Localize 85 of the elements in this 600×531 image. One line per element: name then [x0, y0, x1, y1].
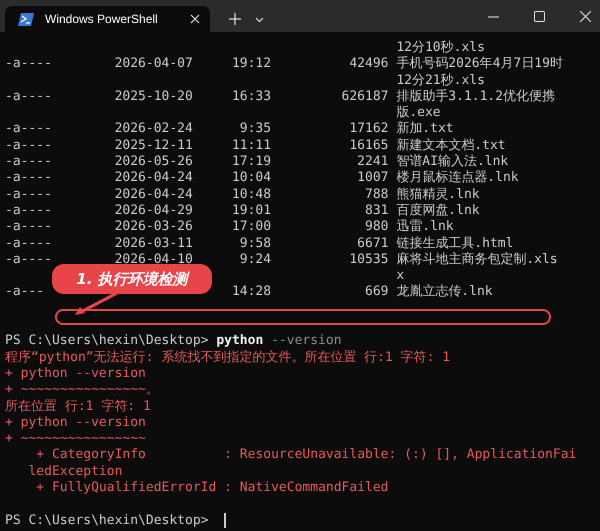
file-mode: -a----	[5, 154, 53, 170]
terminal-tab[interactable]: Windows PowerShell	[5, 6, 210, 32]
file-mode: -a---	[5, 284, 46, 301]
file-name: 百度网盘.lnk	[396, 202, 480, 220]
file-date: 2026-05-26	[114, 154, 193, 170]
file-date: 2025-12-11	[114, 138, 193, 154]
file-mode: -a----	[5, 88, 53, 106]
error-text: 所在位置 行:1 字符: 1	[5, 398, 151, 415]
error-text: ledException	[27, 464, 122, 480]
command: python	[216, 333, 264, 350]
file-size: 788	[364, 186, 388, 203]
error-text: + FullyQualifiedErrorId : NativeCommandFailed	[35, 480, 389, 496]
file-time: 17:19	[230, 154, 272, 170]
file-time: 9:58	[238, 236, 272, 252]
file-date: 2026-04-24	[114, 170, 193, 187]
file-size: 42496	[348, 56, 388, 73]
dropdown-caret-icon[interactable]	[255, 17, 264, 23]
file-mode: -a----	[5, 202, 53, 220]
file-time: 10:48	[230, 186, 272, 203]
file-mode: -a----	[5, 219, 53, 236]
file-name: 迅雷.lnk	[396, 219, 454, 236]
file-date: 2026-03-11	[114, 236, 193, 252]
error-text: + python --version	[5, 414, 146, 432]
close-tab-icon[interactable]	[190, 14, 200, 24]
file-mode: -a----	[5, 138, 53, 154]
file-time: 19:12	[230, 56, 272, 73]
file-time: 9:24	[238, 252, 272, 268]
error-text: + ~~~~~~~~~~~~~~~~	[5, 431, 146, 448]
file-date: 2026-04-29	[114, 202, 193, 220]
file-name: 熊猫精灵.lnk	[396, 186, 480, 203]
command-argument: --version	[271, 333, 342, 350]
file-size: 2241	[356, 154, 388, 170]
file-size: 626187	[340, 88, 388, 106]
file-size: 669	[364, 284, 388, 301]
file-mode: -a----	[5, 236, 53, 252]
file-name: 智谱AI输入法.lnk	[396, 154, 508, 170]
file-time: 11:11	[230, 138, 272, 154]
file-name: 链接生成工具.html	[396, 236, 514, 252]
file-time: 14:28	[230, 284, 272, 301]
file-date: 2026-04-24	[114, 186, 193, 203]
file-name: 龙胤立志传.lnk	[396, 284, 493, 301]
file-name: 新建文本文档.txt	[396, 138, 506, 154]
file-name: 楼月鼠标连点器.lnk	[396, 170, 519, 187]
file-time: 10:04	[230, 170, 272, 187]
file-time: 19:01	[230, 202, 272, 220]
close-icon[interactable]	[580, 11, 591, 22]
file-mode: -a----	[5, 186, 53, 203]
file-name: 麻将斗地主商务包定制.xls	[396, 252, 558, 268]
prompt: PS C:\Users\hexin\Desktop>	[5, 333, 208, 350]
error-text: + python --version	[5, 366, 146, 382]
prompt: PS C:\Users\hexin\Desktop>	[5, 512, 208, 529]
file-time: 9:35	[238, 121, 272, 138]
file-mode: -a----	[5, 56, 53, 73]
file-name: 版.exe	[396, 105, 441, 121]
file-size: 831	[364, 202, 388, 220]
file-name: 排版助手3.1.1.2优化便携	[396, 88, 556, 106]
file-size: 10535	[348, 252, 388, 268]
file-mode: -a----	[5, 121, 53, 138]
pointer-arrow	[73, 291, 119, 317]
file-mode: -a----	[5, 252, 53, 268]
file-name: 手机号码2026年4月7日19时	[396, 56, 563, 73]
file-size: 6671	[356, 236, 388, 252]
file-name: x	[396, 268, 404, 284]
file-date: 2026-02-24	[114, 121, 193, 138]
file-time: 17:00	[230, 219, 272, 236]
error-text: + CategoryInfo : ResourceUnavailable: (:) [], ApplicationFai	[35, 447, 576, 464]
file-name: 12分21秒.xls	[396, 72, 485, 89]
file-size: 980	[364, 219, 388, 236]
maximize-icon[interactable]	[534, 11, 545, 22]
new-tab-icon[interactable]	[229, 13, 241, 25]
file-size: 17162	[348, 121, 388, 138]
powershell-icon	[18, 12, 34, 26]
error-text: + ~~~~~~~~~~~~~~~~。	[5, 382, 159, 399]
file-name: 12分10秒.xls	[396, 40, 485, 56]
file-name: 新加.txt	[396, 121, 454, 138]
tab-title: Windows PowerShell	[45, 12, 159, 26]
file-size: 1007	[356, 170, 388, 187]
file-size: 16165	[348, 138, 388, 154]
file-date: 2026-04-07	[114, 56, 193, 73]
error-text: 程序“python”无法运行: 系统找不到指定的文件。所在位置 行:1 字符: 1	[5, 350, 450, 366]
file-time: 16:33	[230, 88, 272, 106]
file-date: 2025-10-20	[114, 88, 193, 106]
file-date: 2026-03-26	[114, 219, 193, 236]
callout-label: 1. 执行环境检测	[52, 264, 212, 294]
file-mode: -a----	[5, 170, 53, 187]
